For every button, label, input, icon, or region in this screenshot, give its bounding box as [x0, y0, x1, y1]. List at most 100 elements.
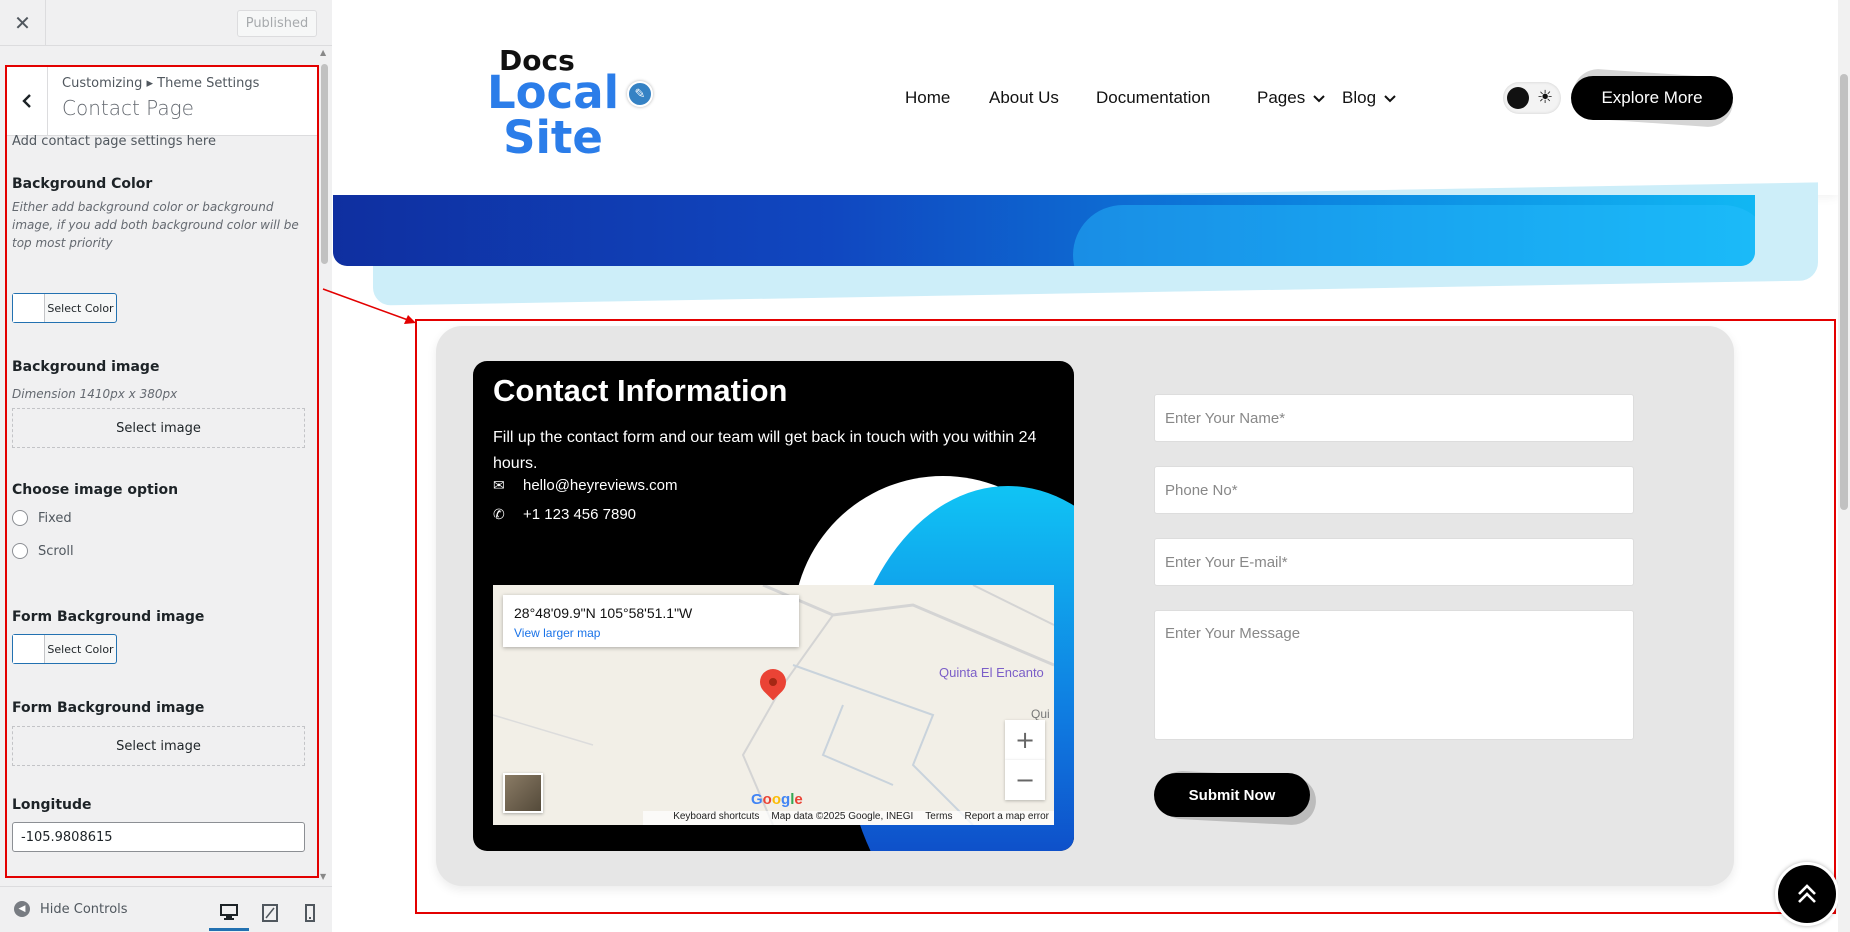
contact-info-title: Contact Information: [493, 373, 788, 408]
bg-color-label: Background Color: [12, 176, 153, 192]
edit-shortcut-button[interactable]: ✎: [627, 81, 653, 107]
color-swatch: [13, 635, 45, 663]
section-header: Customizing ▸ Theme Settings Contact Pag…: [6, 66, 317, 136]
customizer-header: ✕ Published: [0, 0, 332, 46]
breadcrumb: Customizing ▸ Theme Settings: [62, 76, 260, 91]
back-button[interactable]: [6, 66, 48, 136]
theme-toggle[interactable]: ☀: [1503, 82, 1561, 114]
chevron-down-icon: [1313, 95, 1325, 103]
radio-scroll-label: Scroll: [38, 543, 74, 559]
terms-link[interactable]: Terms: [925, 811, 952, 825]
envelope-icon: ✉: [493, 477, 505, 493]
bg-image-description: Dimension 1410px x 380px: [12, 387, 178, 401]
form-bg-image-select-button[interactable]: Select image: [12, 726, 305, 766]
select-color-label: Select Color: [47, 642, 114, 656]
report-error-link[interactable]: Report a map error: [965, 811, 1049, 825]
longitude-label: Longitude: [12, 797, 92, 813]
hero-banner: [333, 182, 1850, 306]
close-customizer-button[interactable]: ✕: [0, 0, 46, 46]
double-chevron-up-icon: [1798, 884, 1816, 903]
chevron-left-icon: [21, 94, 31, 108]
desktop-preview-button[interactable]: [209, 895, 249, 931]
contact-section: Contact Information Fill up the contact …: [436, 326, 1734, 886]
pencil-icon: ✎: [634, 86, 646, 102]
bg-color-picker-button[interactable]: Select Color: [12, 293, 117, 323]
banner-gradient: [333, 195, 1755, 266]
radio-circle[interactable]: [12, 510, 28, 526]
hide-controls-label: Hide Controls: [40, 901, 128, 917]
tablet-preview-button[interactable]: [250, 895, 290, 931]
phone-icon: ✆: [493, 506, 505, 522]
logo-line-3[interactable]: Site: [473, 115, 633, 161]
radio-fixed-label: Fixed: [38, 510, 72, 526]
nav-pages-label: Pages: [1257, 88, 1306, 107]
site-preview: Docs Local Site ✎ Home About Us Document…: [333, 0, 1850, 932]
mobile-preview-button[interactable]: [290, 895, 330, 931]
mobile-icon: [305, 904, 315, 922]
image-option-label: Choose image option: [12, 482, 179, 498]
submit-button[interactable]: Submit Now: [1154, 773, 1310, 817]
zoom-out-button[interactable]: −: [1005, 760, 1045, 800]
satellite-toggle[interactable]: [503, 773, 543, 813]
nav-about-us[interactable]: About Us: [989, 88, 1059, 108]
sidebar-scroll-thumb[interactable]: [321, 64, 328, 264]
radio-scroll[interactable]: Scroll: [12, 543, 74, 559]
map-place-label: Qui: [1031, 707, 1050, 721]
chevron-down-icon: [1384, 95, 1396, 103]
explore-more-button[interactable]: Explore More: [1571, 76, 1733, 120]
map-pin-dot: [767, 676, 779, 688]
message-textarea[interactable]: Enter Your Message: [1154, 610, 1634, 740]
section-title: Contact Page: [62, 96, 194, 120]
radio-fixed[interactable]: Fixed: [12, 510, 72, 526]
phone-input[interactable]: Phone No*: [1154, 466, 1634, 514]
email-input[interactable]: Enter Your E-mail*: [1154, 538, 1634, 586]
desktop-icon: [220, 903, 238, 920]
contact-phone-row[interactable]: ✆ +1 123 456 7890: [493, 506, 636, 523]
collapse-icon: ◀: [14, 901, 30, 917]
keyboard-shortcuts-link[interactable]: Keyboard shortcuts: [673, 811, 759, 825]
name-input[interactable]: Enter Your Name*: [1154, 394, 1634, 442]
logo-line-2[interactable]: Local: [473, 70, 633, 116]
map-coordinates: 28°48'09.9"N 105°58'51.1"W: [514, 605, 693, 621]
site-header: Docs Local Site ✎ Home About Us Document…: [333, 0, 1838, 195]
map-data-text: Map data ©2025 Google, INEGI: [771, 811, 914, 822]
view-larger-map-link[interactable]: View larger map: [514, 626, 600, 640]
map-place-label: Quinta El Encanto: [939, 665, 1044, 680]
section-intro: Add contact page settings here: [12, 134, 216, 149]
longitude-input[interactable]: -105.9808615: [12, 822, 305, 852]
select-color-label: Select Color: [47, 301, 114, 315]
form-bg-color-label: Form Background image: [12, 609, 205, 625]
google-map[interactable]: 28°48'09.9"N 105°58'51.1"W View larger m…: [493, 585, 1054, 825]
scroll-to-top-button[interactable]: [1775, 862, 1839, 926]
radio-circle[interactable]: [12, 543, 28, 559]
bg-image-select-button[interactable]: Select image: [12, 408, 305, 448]
customizer-panel: Customizing ▸ Theme Settings Contact Pag…: [0, 46, 318, 886]
scroll-up-arrow[interactable]: ▲: [320, 48, 326, 57]
contact-email-row[interactable]: ✉ hello@heyreviews.com: [493, 477, 677, 494]
bg-image-label: Background image: [12, 359, 160, 375]
nav-documentation[interactable]: Documentation: [1096, 88, 1210, 108]
minus-icon: −: [1014, 766, 1036, 794]
hide-controls-button[interactable]: ◀ Hide Controls: [14, 901, 128, 917]
scroll-down-arrow[interactable]: ▼: [320, 872, 326, 881]
nav-home[interactable]: Home: [905, 88, 950, 108]
plus-icon: +: [1014, 726, 1036, 754]
preview-scroll-thumb[interactable]: [1840, 74, 1848, 510]
form-bg-color-picker-button[interactable]: Select Color: [12, 634, 117, 664]
contact-phone: +1 123 456 7890: [523, 506, 637, 523]
published-button[interactable]: Published: [237, 10, 317, 37]
banner-wave: [1073, 205, 1755, 266]
zoom-in-button[interactable]: +: [1005, 720, 1045, 760]
nav-blog[interactable]: Blog: [1342, 88, 1396, 108]
color-swatch: [13, 294, 45, 322]
map-attribution: Keyboard shortcuts Map data ©2025 Google…: [643, 811, 1054, 825]
nav-blog-label: Blog: [1342, 88, 1377, 107]
contact-email: hello@heyreviews.com: [523, 477, 678, 494]
nav-pages[interactable]: Pages: [1257, 88, 1325, 108]
customizer-footer: ◀ Hide Controls: [0, 886, 332, 932]
contact-info-text: Fill up the contact form and our team wi…: [493, 429, 1037, 472]
map-info-box: 28°48'09.9"N 105°58'51.1"W View larger m…: [503, 595, 799, 647]
contact-info-card: Contact Information Fill up the contact …: [473, 361, 1074, 851]
bg-color-description: Either add background color or backgroun…: [12, 200, 299, 250]
form-bg-image-label: Form Background image: [12, 700, 205, 716]
